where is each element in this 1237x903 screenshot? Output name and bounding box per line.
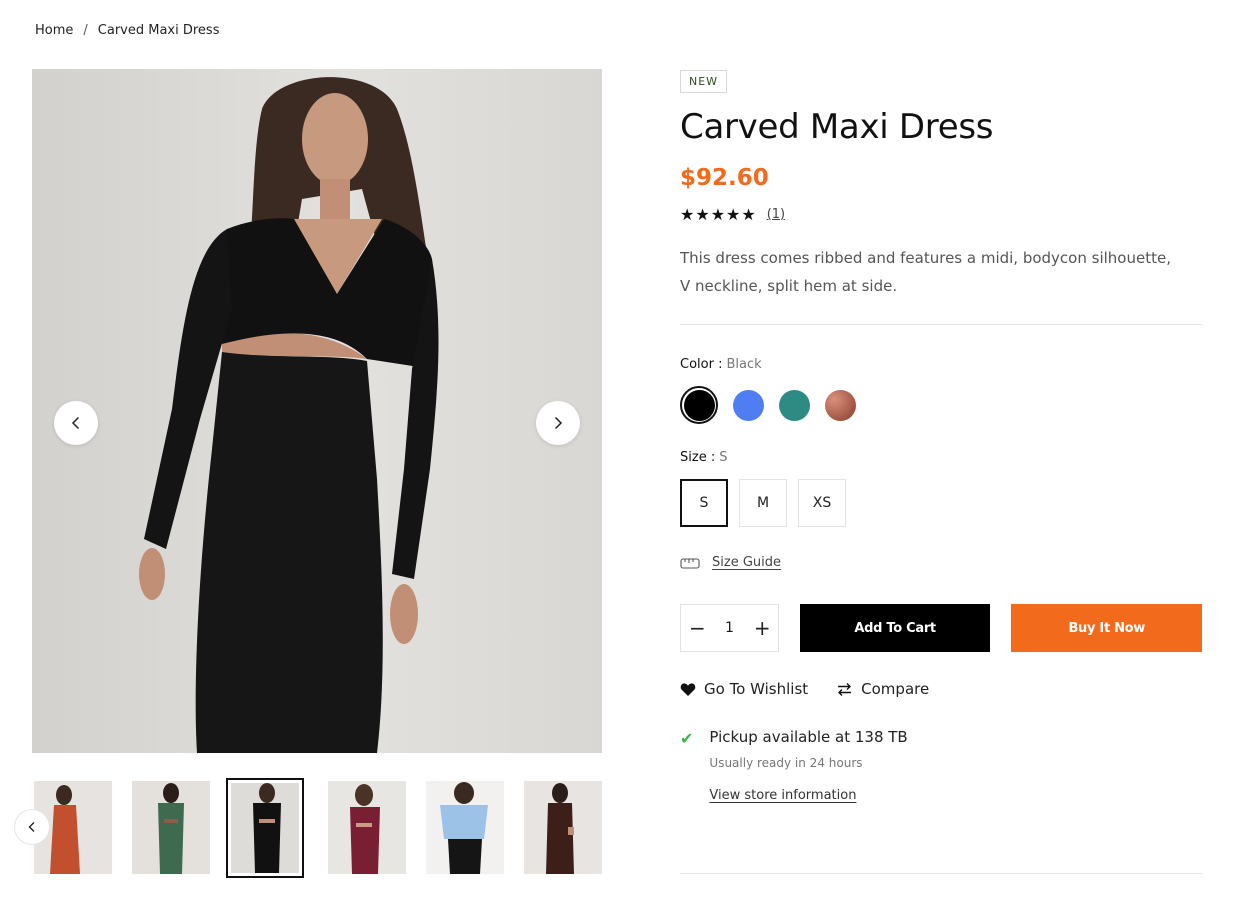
- thumbnail-black-dress[interactable]: [226, 778, 304, 878]
- check-icon: ✔: [680, 729, 694, 748]
- size-option-s[interactable]: S: [680, 479, 728, 527]
- selected-color-value: Black: [726, 357, 762, 372]
- buy-now-button[interactable]: Buy It Now: [1011, 604, 1203, 652]
- quantity-decrease-button[interactable]: −: [689, 616, 706, 640]
- add-to-cart-button[interactable]: Add To Cart: [799, 604, 991, 652]
- divider: [680, 873, 1202, 874]
- view-store-link[interactable]: View store information: [709, 788, 856, 803]
- secondary-actions: Go To Wishlist Compare: [680, 680, 1202, 698]
- color-swatch-teal[interactable]: [779, 389, 810, 421]
- wishlist-label: Go To Wishlist: [704, 680, 809, 698]
- compare-label: Compare: [861, 680, 930, 698]
- breadcrumb-home-link[interactable]: Home: [35, 23, 73, 38]
- size-label-text: Size :: [680, 450, 716, 465]
- breadcrumb: Home / Carved Maxi Dress: [35, 23, 219, 38]
- wishlist-button[interactable]: Go To Wishlist: [680, 680, 808, 698]
- compare-button[interactable]: Compare: [836, 680, 929, 698]
- purchase-row: − 1 + Add To Cart Buy It Now: [680, 604, 1203, 652]
- ruler-icon: [680, 557, 700, 569]
- color-swatches: [680, 386, 1202, 424]
- color-swatch-blue[interactable]: [733, 389, 764, 421]
- pickup-subtitle: Usually ready in 24 hours: [709, 756, 863, 770]
- product-rating: ★★★★★ (1): [680, 205, 1202, 224]
- thumbnail-figure: [350, 784, 380, 874]
- size-guide-link[interactable]: Size Guide: [712, 555, 781, 570]
- thumbnail-figure: [253, 783, 281, 873]
- quantity-increase-button[interactable]: +: [754, 616, 771, 640]
- size-option-m[interactable]: M: [739, 479, 787, 527]
- new-badge: NEW: [680, 70, 728, 93]
- rating-stars: ★★★★★: [680, 205, 757, 224]
- size-option-xs[interactable]: XS: [798, 479, 846, 527]
- selected-size-value: S: [719, 450, 728, 465]
- quantity-value[interactable]: 1: [725, 620, 734, 636]
- image-next-button[interactable]: [536, 401, 580, 445]
- size-options: S M XS: [680, 479, 1202, 527]
- size-label: Size :S: [680, 450, 1202, 465]
- compare-arrows-icon: [838, 682, 852, 696]
- color-swatch-rust[interactable]: [825, 389, 856, 421]
- product-info-panel: NEW Carved Maxi Dress $92.60 ★★★★★ (1) T…: [680, 70, 1203, 803]
- color-label-text: Color :: [680, 357, 723, 372]
- pickup-info: ✔ Pickup available at 138 TB Usually rea…: [680, 728, 1202, 803]
- divider: [680, 324, 1202, 325]
- breadcrumb-separator: /: [83, 23, 88, 38]
- product-description: This dress comes ribbed and features a m…: [680, 249, 1171, 295]
- model-figure-illustration: [139, 77, 439, 753]
- chevron-left-icon: [28, 822, 35, 832]
- pickup-title: Pickup available at 138 TB: [709, 728, 908, 746]
- breadcrumb-current: Carved Maxi Dress: [97, 23, 220, 38]
- product-main-image[interactable]: [32, 69, 602, 753]
- thumbnail-figure: [158, 783, 184, 874]
- chevron-right-icon: [554, 416, 563, 430]
- swatch-fill-black: [683, 389, 715, 421]
- review-count-link[interactable]: (1): [767, 207, 785, 222]
- color-swatch-black[interactable]: [680, 386, 718, 424]
- product-title: Carved Maxi Dress: [680, 107, 994, 147]
- thumbnail-strip: [14, 778, 604, 878]
- thumbnail-brown-dress[interactable]: [524, 781, 602, 874]
- thumbnail-blue-sweater[interactable]: [426, 781, 504, 874]
- thumbnail-figure: [440, 782, 488, 874]
- color-label: Color : Black: [680, 357, 1202, 372]
- thumbnail-burgundy-dress[interactable]: [328, 781, 406, 874]
- chevron-left-icon: [71, 416, 80, 430]
- heart-icon: [680, 682, 696, 696]
- thumbnail-figure: [546, 783, 574, 874]
- image-prev-button[interactable]: [54, 401, 98, 445]
- thumbnail-prev-button[interactable]: [14, 809, 50, 845]
- product-price: $92.60: [680, 165, 769, 191]
- thumbnail-green-dress[interactable]: [132, 781, 210, 874]
- quantity-stepper[interactable]: − 1 +: [680, 604, 779, 652]
- size-guide[interactable]: Size Guide: [680, 555, 1202, 570]
